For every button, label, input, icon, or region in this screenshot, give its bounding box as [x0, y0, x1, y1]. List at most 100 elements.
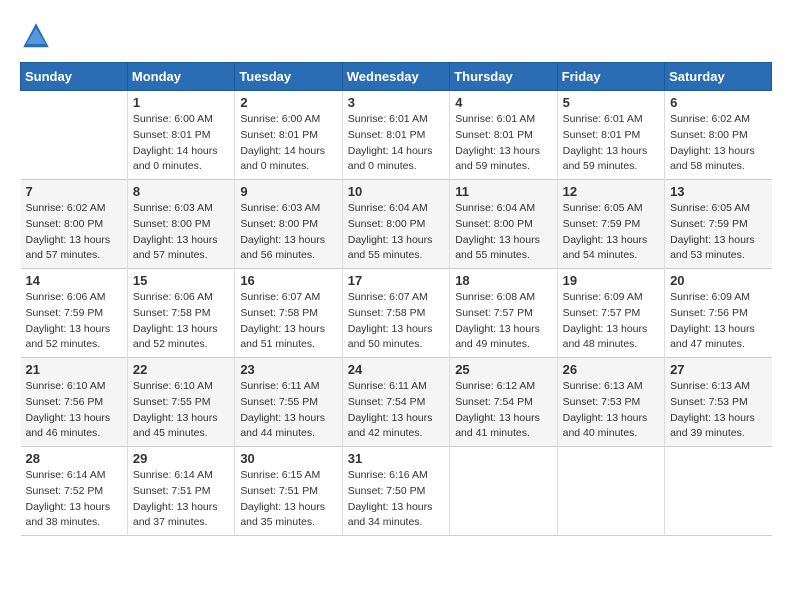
day-number: 11: [455, 184, 551, 199]
logo-icon: [20, 20, 52, 52]
day-info: Sunrise: 6:14 AMSunset: 7:52 PMDaylight:…: [26, 468, 122, 531]
day-number: 25: [455, 362, 551, 377]
calendar-cell: 26 Sunrise: 6:13 AMSunset: 7:53 PMDayligh…: [557, 358, 664, 447]
day-info: Sunrise: 6:07 AMSunset: 7:58 PMDaylight:…: [348, 290, 444, 353]
calendar-cell: 10 Sunrise: 6:04 AMSunset: 8:00 PMDayligh…: [342, 180, 449, 269]
day-number: 20: [670, 273, 766, 288]
logo: [20, 20, 56, 52]
day-number: 22: [133, 362, 229, 377]
day-info: Sunrise: 6:00 AMSunset: 8:01 PMDaylight:…: [240, 112, 336, 175]
day-number: 2: [240, 95, 336, 110]
day-info: Sunrise: 6:00 AMSunset: 8:01 PMDaylight:…: [133, 112, 229, 175]
day-number: 23: [240, 362, 336, 377]
day-number: 17: [348, 273, 444, 288]
calendar-cell: 27 Sunrise: 6:13 AMSunset: 7:53 PMDayligh…: [665, 358, 772, 447]
calendar-cell: 9 Sunrise: 6:03 AMSunset: 8:00 PMDaylight…: [235, 180, 342, 269]
day-info: Sunrise: 6:06 AMSunset: 7:58 PMDaylight:…: [133, 290, 229, 353]
day-number: 3: [348, 95, 444, 110]
day-info: Sunrise: 6:05 AMSunset: 7:59 PMDaylight:…: [670, 201, 766, 264]
day-info: Sunrise: 6:05 AMSunset: 7:59 PMDaylight:…: [563, 201, 659, 264]
calendar-cell: 5 Sunrise: 6:01 AMSunset: 8:01 PMDaylight…: [557, 91, 664, 180]
week-row-4: 21 Sunrise: 6:10 AMSunset: 7:56 PMDayligh…: [21, 358, 772, 447]
day-info: Sunrise: 6:04 AMSunset: 8:00 PMDaylight:…: [348, 201, 444, 264]
calendar-cell: [665, 447, 772, 536]
day-info: Sunrise: 6:13 AMSunset: 7:53 PMDaylight:…: [670, 379, 766, 442]
header-row: SundayMondayTuesdayWednesdayThursdayFrid…: [21, 63, 772, 91]
day-number: 13: [670, 184, 766, 199]
calendar-cell: 14 Sunrise: 6:06 AMSunset: 7:59 PMDayligh…: [21, 269, 128, 358]
calendar-cell: 19 Sunrise: 6:09 AMSunset: 7:57 PMDayligh…: [557, 269, 664, 358]
day-info: Sunrise: 6:03 AMSunset: 8:00 PMDaylight:…: [240, 201, 336, 264]
day-info: Sunrise: 6:08 AMSunset: 7:57 PMDaylight:…: [455, 290, 551, 353]
calendar-cell: 17 Sunrise: 6:07 AMSunset: 7:58 PMDayligh…: [342, 269, 449, 358]
day-number: 8: [133, 184, 229, 199]
week-row-5: 28 Sunrise: 6:14 AMSunset: 7:52 PMDayligh…: [21, 447, 772, 536]
column-header-thursday: Thursday: [450, 63, 557, 91]
day-number: 27: [670, 362, 766, 377]
day-info: Sunrise: 6:11 AMSunset: 7:55 PMDaylight:…: [240, 379, 336, 442]
day-number: 29: [133, 451, 229, 466]
day-number: 10: [348, 184, 444, 199]
week-row-1: 1 Sunrise: 6:00 AMSunset: 8:01 PMDaylight…: [21, 91, 772, 180]
calendar-cell: 3 Sunrise: 6:01 AMSunset: 8:01 PMDaylight…: [342, 91, 449, 180]
day-number: 9: [240, 184, 336, 199]
day-info: Sunrise: 6:10 AMSunset: 7:56 PMDaylight:…: [26, 379, 122, 442]
day-number: 6: [670, 95, 766, 110]
day-info: Sunrise: 6:01 AMSunset: 8:01 PMDaylight:…: [348, 112, 444, 175]
day-number: 28: [26, 451, 122, 466]
day-info: Sunrise: 6:06 AMSunset: 7:59 PMDaylight:…: [26, 290, 122, 353]
column-header-monday: Monday: [127, 63, 234, 91]
day-number: 31: [348, 451, 444, 466]
calendar-cell: 16 Sunrise: 6:07 AMSunset: 7:58 PMDayligh…: [235, 269, 342, 358]
day-info: Sunrise: 6:14 AMSunset: 7:51 PMDaylight:…: [133, 468, 229, 531]
day-info: Sunrise: 6:02 AMSunset: 8:00 PMDaylight:…: [26, 201, 122, 264]
day-info: Sunrise: 6:02 AMSunset: 8:00 PMDaylight:…: [670, 112, 766, 175]
day-info: Sunrise: 6:11 AMSunset: 7:54 PMDaylight:…: [348, 379, 444, 442]
day-info: Sunrise: 6:10 AMSunset: 7:55 PMDaylight:…: [133, 379, 229, 442]
day-info: Sunrise: 6:09 AMSunset: 7:56 PMDaylight:…: [670, 290, 766, 353]
day-info: Sunrise: 6:01 AMSunset: 8:01 PMDaylight:…: [455, 112, 551, 175]
day-info: Sunrise: 6:04 AMSunset: 8:00 PMDaylight:…: [455, 201, 551, 264]
calendar-cell: [450, 447, 557, 536]
day-number: 18: [455, 273, 551, 288]
day-info: Sunrise: 6:03 AMSunset: 8:00 PMDaylight:…: [133, 201, 229, 264]
day-number: 7: [26, 184, 122, 199]
day-info: Sunrise: 6:12 AMSunset: 7:54 PMDaylight:…: [455, 379, 551, 442]
calendar-cell: 18 Sunrise: 6:08 AMSunset: 7:57 PMDayligh…: [450, 269, 557, 358]
day-number: 4: [455, 95, 551, 110]
calendar-cell: 25 Sunrise: 6:12 AMSunset: 7:54 PMDayligh…: [450, 358, 557, 447]
calendar-table: SundayMondayTuesdayWednesdayThursdayFrid…: [20, 62, 772, 536]
day-info: Sunrise: 6:15 AMSunset: 7:51 PMDaylight:…: [240, 468, 336, 531]
day-number: 1: [133, 95, 229, 110]
day-info: Sunrise: 6:07 AMSunset: 7:58 PMDaylight:…: [240, 290, 336, 353]
day-number: 19: [563, 273, 659, 288]
calendar-header: SundayMondayTuesdayWednesdayThursdayFrid…: [21, 63, 772, 91]
day-info: Sunrise: 6:16 AMSunset: 7:50 PMDaylight:…: [348, 468, 444, 531]
week-row-3: 14 Sunrise: 6:06 AMSunset: 7:59 PMDayligh…: [21, 269, 772, 358]
calendar-cell: 29 Sunrise: 6:14 AMSunset: 7:51 PMDayligh…: [127, 447, 234, 536]
calendar-cell: 8 Sunrise: 6:03 AMSunset: 8:00 PMDaylight…: [127, 180, 234, 269]
calendar-cell: 12Sunrise: 6:05 AMSunset: 7:59 PMDayligh…: [557, 180, 664, 269]
day-info: Sunrise: 6:13 AMSunset: 7:53 PMDaylight:…: [563, 379, 659, 442]
calendar-cell: 15 Sunrise: 6:06 AMSunset: 7:58 PMDayligh…: [127, 269, 234, 358]
calendar-cell: 1 Sunrise: 6:00 AMSunset: 8:01 PMDaylight…: [127, 91, 234, 180]
day-info: Sunrise: 6:01 AMSunset: 8:01 PMDaylight:…: [563, 112, 659, 175]
calendar-cell: 11 Sunrise: 6:04 AMSunset: 8:00 PMDayligh…: [450, 180, 557, 269]
column-header-saturday: Saturday: [665, 63, 772, 91]
column-header-friday: Friday: [557, 63, 664, 91]
day-number: 26: [563, 362, 659, 377]
day-number: 14: [26, 273, 122, 288]
week-row-2: 7 Sunrise: 6:02 AMSunset: 8:00 PMDaylight…: [21, 180, 772, 269]
column-header-sunday: Sunday: [21, 63, 128, 91]
day-info: Sunrise: 6:09 AMSunset: 7:57 PMDaylight:…: [563, 290, 659, 353]
day-number: 30: [240, 451, 336, 466]
calendar-cell: 4 Sunrise: 6:01 AMSunset: 8:01 PMDaylight…: [450, 91, 557, 180]
column-header-tuesday: Tuesday: [235, 63, 342, 91]
day-number: 15: [133, 273, 229, 288]
calendar-cell: 24Sunrise: 6:11 AMSunset: 7:54 PMDayligh…: [342, 358, 449, 447]
calendar-cell: 28 Sunrise: 6:14 AMSunset: 7:52 PMDayligh…: [21, 447, 128, 536]
calendar-cell: [21, 91, 128, 180]
day-number: 16: [240, 273, 336, 288]
day-number: 21: [26, 362, 122, 377]
day-number: 5: [563, 95, 659, 110]
